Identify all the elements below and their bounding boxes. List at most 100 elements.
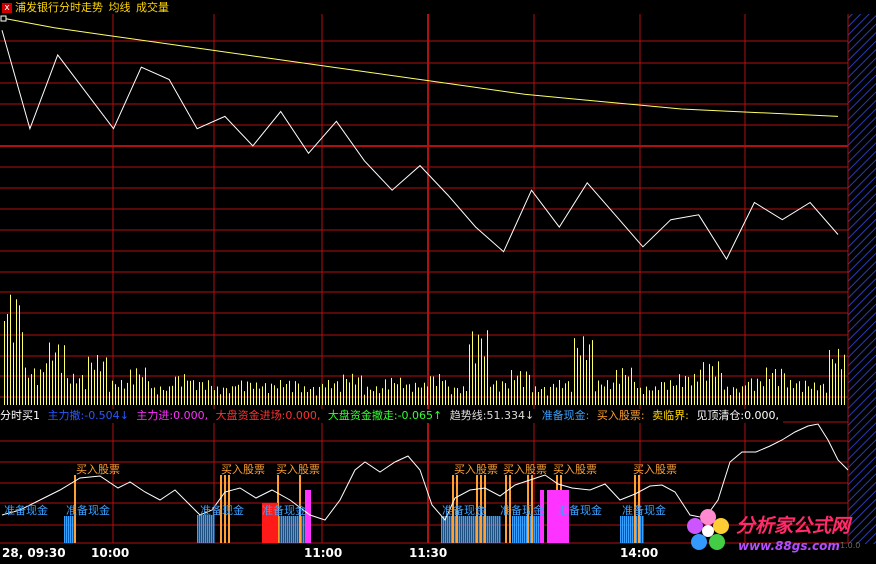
ma-legend[interactable]: 均线 <box>109 1 131 14</box>
volume-bar <box>802 391 803 405</box>
volume-bar <box>559 380 560 405</box>
volume-bar <box>661 382 662 405</box>
cash-bar <box>203 515 205 543</box>
volume-bar <box>193 380 194 405</box>
cash-bar <box>538 516 540 543</box>
volume-bar <box>271 383 272 405</box>
volume-bar <box>292 392 293 405</box>
volume-bar <box>409 384 410 405</box>
volume-bar <box>523 387 524 405</box>
volume-bar <box>835 363 836 405</box>
volume-bar <box>208 380 209 405</box>
volume-bar <box>721 373 722 405</box>
volume-bar <box>463 386 464 405</box>
volume-bar <box>94 369 95 405</box>
ind-label: 趋势线: <box>449 409 487 422</box>
volume-bar <box>703 362 704 405</box>
volume-bar <box>379 393 380 405</box>
volume-bar <box>10 294 11 405</box>
volume-bar <box>163 390 164 405</box>
volume-bar <box>679 374 680 405</box>
ind-label: 主力撤: <box>47 409 85 422</box>
volume-bar <box>433 376 434 405</box>
cash-bar <box>469 516 471 543</box>
volume-bar <box>154 387 155 405</box>
volume-bar <box>781 368 782 405</box>
ind-label: 准备现金: <box>541 409 590 422</box>
volume-bar <box>754 390 755 405</box>
cash-bar <box>516 516 518 543</box>
watermark: 分析家公式网 www.88gs.com 1.0.0 <box>680 503 876 561</box>
volume-bar <box>619 383 620 405</box>
cash-bar <box>512 516 514 543</box>
volume-bar <box>358 377 359 405</box>
cash-bar <box>622 516 624 543</box>
volume-bar <box>322 383 323 405</box>
volume-bar <box>70 383 71 405</box>
volume-bar <box>91 362 92 405</box>
cash-bar <box>64 516 66 543</box>
volume-bar <box>799 381 800 405</box>
volume-bar <box>682 387 683 405</box>
volume-bar <box>121 380 122 405</box>
ind-label: 见顶清仓: <box>696 409 745 422</box>
volume-bar <box>223 387 224 405</box>
volume-bar <box>382 388 383 405</box>
volume-bar <box>115 384 116 405</box>
volume-bar <box>307 392 308 405</box>
volume-bar <box>331 388 332 405</box>
volume-bar <box>40 369 41 405</box>
volume-bar <box>514 380 515 405</box>
cash-bar <box>283 516 285 543</box>
volume-bar <box>697 381 698 405</box>
cash-bar <box>640 516 642 543</box>
cash-bar <box>471 516 473 543</box>
volume-bar <box>562 388 563 405</box>
cash-bar <box>465 516 467 543</box>
cursor-marker[interactable] <box>0 15 7 22</box>
cash-bar <box>291 516 293 543</box>
volume-bar <box>13 342 14 405</box>
volume-bar <box>691 385 692 405</box>
volume-bar <box>328 380 329 405</box>
cash-bar <box>293 516 295 543</box>
stock-intraday-window: { "title_bar": { "close_glyph": "x", "ti… <box>0 0 876 564</box>
volume-bar <box>826 392 827 405</box>
volume-bar <box>844 354 845 405</box>
cash-bar <box>632 516 634 543</box>
volume-bar <box>118 386 119 405</box>
volume-bar <box>664 382 665 405</box>
volume-bar <box>232 386 233 405</box>
volume-bar <box>298 383 299 405</box>
indicator-legend: 分时买1 主力撤:-0.504↓ 主力进:0.000, 大盘资金进场:0.000… <box>0 409 784 423</box>
volume-bar <box>238 384 239 405</box>
volume-legend[interactable]: 成交量 <box>136 1 169 14</box>
cash-bar <box>487 516 489 543</box>
volume-bar <box>16 299 17 405</box>
volume-bar <box>448 386 449 405</box>
volume-bar <box>490 386 491 405</box>
volume-bar <box>136 368 137 405</box>
volume-bar <box>319 386 320 405</box>
volume-bar <box>442 381 443 405</box>
watermark-version: 1.0.0 <box>840 541 861 550</box>
volume-bar <box>283 387 284 405</box>
volume-bar <box>652 390 653 405</box>
volume-bar <box>694 373 695 405</box>
up-arrow-icon: ↑ <box>433 409 443 422</box>
volume-bar <box>19 305 20 405</box>
volume-bar <box>61 372 62 405</box>
volume-bar <box>421 387 422 405</box>
volume-bar <box>616 370 617 405</box>
volume-bar <box>220 394 221 405</box>
volume-bar <box>151 388 152 405</box>
volume-bar <box>313 387 314 405</box>
close-icon[interactable]: x <box>2 3 12 13</box>
volume-bar <box>349 382 350 405</box>
volume-bar <box>226 388 227 405</box>
cash-bar <box>467 516 469 543</box>
cash-bar <box>489 516 491 543</box>
cash-bar <box>493 516 495 543</box>
ind-label: 大盘资金撤走: <box>327 409 398 422</box>
indicator-name[interactable]: 分时买1 <box>0 409 40 422</box>
